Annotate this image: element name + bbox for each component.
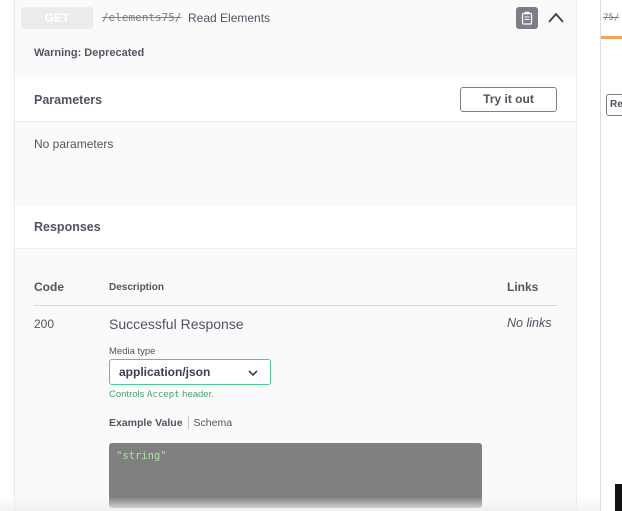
response-description: Successful Response <box>109 316 244 332</box>
adjacent-accent-bar <box>601 36 622 39</box>
column-header-links: Links <box>507 280 539 294</box>
media-type-select[interactable]: application/json <box>109 359 271 385</box>
operation-description: Read Elements <box>188 11 271 25</box>
no-parameters-text: No parameters <box>34 137 114 151</box>
operation-path: /elements75/ <box>102 11 182 24</box>
deprecation-warning: Warning: Deprecated <box>34 47 145 59</box>
copy-icon <box>521 11 533 25</box>
controls-suffix: header. <box>179 389 214 400</box>
tab-schema[interactable]: Schema <box>189 417 233 429</box>
example-value-text: "string" <box>116 450 167 462</box>
try-it-out-button[interactable]: Try it out <box>460 87 557 112</box>
responses-title: Responses <box>34 220 101 234</box>
operation-summary[interactable]: GET /elements75/ Read Elements <box>15 0 576 36</box>
media-type-label: Media type <box>109 346 156 357</box>
example-tabs: Example Value Schema <box>109 416 232 429</box>
column-header-code: Code <box>34 280 64 294</box>
copy-path-button[interactable] <box>516 7 538 29</box>
adjacent-dark-block <box>615 484 622 511</box>
chevron-up-icon[interactable] <box>546 8 566 28</box>
tab-example-value[interactable]: Example Value <box>109 417 188 429</box>
column-header-description: Description <box>109 282 165 293</box>
controls-accept-code: Accept <box>147 390 180 400</box>
responses-header: Responses <box>15 206 576 249</box>
media-type-value: application/json <box>119 365 211 379</box>
parameters-header: Parameters Try it out <box>15 79 576 122</box>
controls-prefix: Controls <box>109 389 148 400</box>
response-code: 200 <box>34 317 55 331</box>
bottom-fade <box>0 497 600 511</box>
adjacent-path-fragment: 75/ <box>603 13 620 23</box>
adjacent-button-fragment[interactable]: Rea <box>606 94 622 116</box>
table-divider <box>34 305 557 306</box>
operation-block: GET /elements75/ Read Elements Warning: … <box>14 0 577 511</box>
adjacent-window: 75/ Rea <box>600 0 622 511</box>
response-links: No links <box>507 316 552 330</box>
parameters-title: Parameters <box>34 93 103 107</box>
chevron-down-icon <box>248 370 258 377</box>
controls-accept-note: Controls Accept header. <box>109 389 214 400</box>
method-badge: GET <box>21 7 93 29</box>
